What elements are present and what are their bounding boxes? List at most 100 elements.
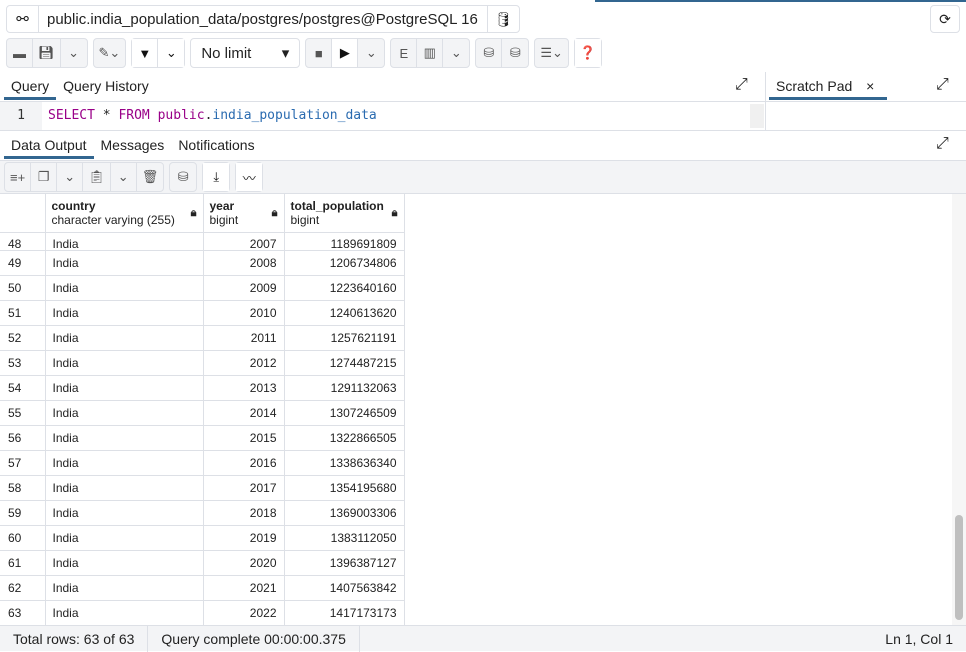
table-row[interactable]: 61 India 2020 1396387127 <box>0 550 405 576</box>
explain-dropdown-icon[interactable]: ⌄ <box>443 39 469 67</box>
scrollbar-thumb[interactable] <box>955 515 963 620</box>
data-grid[interactable]: country character varying (255) 🔒︎ year big… <box>0 194 952 625</box>
connection-bar[interactable]: ⚯ public.india_population_data/postgres/… <box>6 5 520 33</box>
tab-query-history[interactable]: Query History <box>56 72 156 100</box>
execute-dropdown-icon[interactable]: ⌄ <box>358 39 384 67</box>
table-row[interactable]: 50 India 2009 1223640160 <box>0 275 405 301</box>
open-file-icon[interactable]: ▬ <box>7 39 33 67</box>
cell-total-population[interactable]: 1354195680 <box>284 475 405 501</box>
cell-year[interactable]: 2011 <box>203 325 285 351</box>
cell-year[interactable]: 2012 <box>203 350 285 376</box>
cell-country[interactable]: India <box>45 250 204 276</box>
explain-icon[interactable]: E <box>391 39 418 67</box>
cell-country[interactable]: India <box>45 232 204 251</box>
cell-country[interactable]: India <box>45 550 204 576</box>
paste-icon[interactable]: 📋︎ <box>83 163 111 191</box>
explain-analyze-icon[interactable]: ▥ <box>417 39 444 67</box>
cell-total-population[interactable]: 1369003306 <box>284 500 405 526</box>
cell-total-population[interactable]: 1417173173 <box>284 600 405 625</box>
sql-code[interactable]: SELECT * FROM public.india_population_da… <box>42 102 377 130</box>
copy-dropdown-icon[interactable]: ⌄ <box>57 163 84 191</box>
column-header-total-population[interactable]: total_population bigint 🔒︎ <box>284 194 405 233</box>
help-icon[interactable]: ❓ <box>574 39 602 67</box>
expand-output-icon[interactable]: ⤢ <box>936 135 949 153</box>
delete-icon[interactable]: 🗑︎ <box>137 163 164 191</box>
cell-year[interactable]: 2013 <box>203 375 285 401</box>
tab-scratch-pad[interactable]: Scratch Pad × <box>769 72 887 100</box>
sql-editor[interactable]: 1 SELECT * FROM public.india_population_… <box>0 102 760 130</box>
table-row[interactable]: 51 India 2010 1240613620 <box>0 300 405 326</box>
cell-total-population[interactable]: 1307246509 <box>284 400 405 426</box>
cell-year[interactable]: 2018 <box>203 500 285 526</box>
cell-total-population[interactable]: 1240613620 <box>284 300 405 326</box>
cell-total-population[interactable]: 1189691809 <box>284 232 405 251</box>
copy-icon[interactable]: ❐ <box>31 163 58 191</box>
stop-icon[interactable]: ■ <box>306 39 333 67</box>
add-row-icon[interactable]: ≡+ <box>5 163 32 191</box>
cell-year[interactable]: 2010 <box>203 300 285 326</box>
table-row[interactable]: 62 India 2021 1407563842 <box>0 575 405 601</box>
cell-country[interactable]: India <box>45 500 204 526</box>
rollback-icon[interactable]: ⛁ <box>502 39 528 67</box>
cell-total-population[interactable]: 1291132063 <box>284 375 405 401</box>
cell-total-population[interactable]: 1223640160 <box>284 275 405 301</box>
cell-total-population[interactable]: 1407563842 <box>284 575 405 601</box>
cell-total-population[interactable]: 1206734806 <box>284 250 405 276</box>
cell-year[interactable]: 2019 <box>203 525 285 551</box>
table-row[interactable]: 57 India 2016 1338636340 <box>0 450 405 476</box>
tab-data-output[interactable]: Data Output <box>4 131 94 159</box>
execute-icon[interactable]: ▶ <box>332 39 359 67</box>
cell-year[interactable]: 2008 <box>203 250 285 276</box>
cell-year[interactable]: 2009 <box>203 275 285 301</box>
cell-year[interactable]: 2017 <box>203 475 285 501</box>
cell-country[interactable]: India <box>45 400 204 426</box>
tab-query[interactable]: Query <box>4 72 57 100</box>
save-dropdown-icon[interactable]: ⌄ <box>61 39 87 67</box>
connection-status-icon[interactable]: ⚯ <box>7 6 39 32</box>
cell-country[interactable]: India <box>45 600 204 625</box>
macros-icon[interactable]: ☰⌄ <box>535 39 568 67</box>
table-row[interactable]: 60 India 2019 1383112050 <box>0 525 405 551</box>
cell-year[interactable]: 2020 <box>203 550 285 576</box>
cell-country[interactable]: India <box>45 475 204 501</box>
row-limit-select[interactable]: No limit ▾ <box>190 38 301 68</box>
expand-scratch-icon[interactable]: ⤢ <box>936 76 949 94</box>
refresh-button[interactable]: ⟳ <box>930 5 960 33</box>
cell-total-population[interactable]: 1322866505 <box>284 425 405 451</box>
cell-country[interactable]: India <box>45 300 204 326</box>
cell-year[interactable]: 2007 <box>203 232 285 251</box>
connection-title[interactable]: public.india_population_data/postgres/po… <box>39 11 487 28</box>
cell-total-population[interactable]: 1257621191 <box>284 325 405 351</box>
close-icon[interactable]: × <box>866 78 874 94</box>
table-row[interactable]: 48 India 2007 1189691809 <box>0 232 405 251</box>
table-row[interactable]: 49 India 2008 1206734806 <box>0 250 405 276</box>
cell-total-population[interactable]: 1396387127 <box>284 550 405 576</box>
cell-country[interactable]: India <box>45 525 204 551</box>
table-row[interactable]: 56 India 2015 1322866505 <box>0 425 405 451</box>
cell-year[interactable]: 2014 <box>203 400 285 426</box>
graph-icon[interactable]: 〰 <box>236 163 263 191</box>
table-row[interactable]: 59 India 2018 1369003306 <box>0 500 405 526</box>
cell-total-population[interactable]: 1383112050 <box>284 525 405 551</box>
commit-icon[interactable]: ⛁ <box>476 39 503 67</box>
cell-country[interactable]: India <box>45 450 204 476</box>
table-row[interactable]: 52 India 2011 1257621191 <box>0 325 405 351</box>
cell-country[interactable]: India <box>45 275 204 301</box>
edit-icon[interactable]: ✎⌄ <box>94 39 126 67</box>
cell-country[interactable]: India <box>45 425 204 451</box>
cell-country[interactable]: India <box>45 375 204 401</box>
tab-messages[interactable]: Messages <box>94 131 172 159</box>
cell-total-population[interactable]: 1338636340 <box>284 450 405 476</box>
table-row[interactable]: 63 India 2022 1417173173 <box>0 600 405 625</box>
column-header-country[interactable]: country character varying (255) 🔒︎ <box>45 194 204 233</box>
paste-dropdown-icon[interactable]: ⌄ <box>111 163 137 191</box>
table-row[interactable]: 55 India 2014 1307246509 <box>0 400 405 426</box>
cell-total-population[interactable]: 1274487215 <box>284 350 405 376</box>
save-icon[interactable]: 💾︎ <box>33 39 61 67</box>
cell-country[interactable]: India <box>45 575 204 601</box>
editor-scrollbar[interactable] <box>750 104 764 128</box>
tab-notifications[interactable]: Notifications <box>171 131 261 159</box>
download-icon[interactable]: ⤓ <box>203 163 230 191</box>
table-row[interactable]: 53 India 2012 1274487215 <box>0 350 405 376</box>
cell-country[interactable]: India <box>45 325 204 351</box>
